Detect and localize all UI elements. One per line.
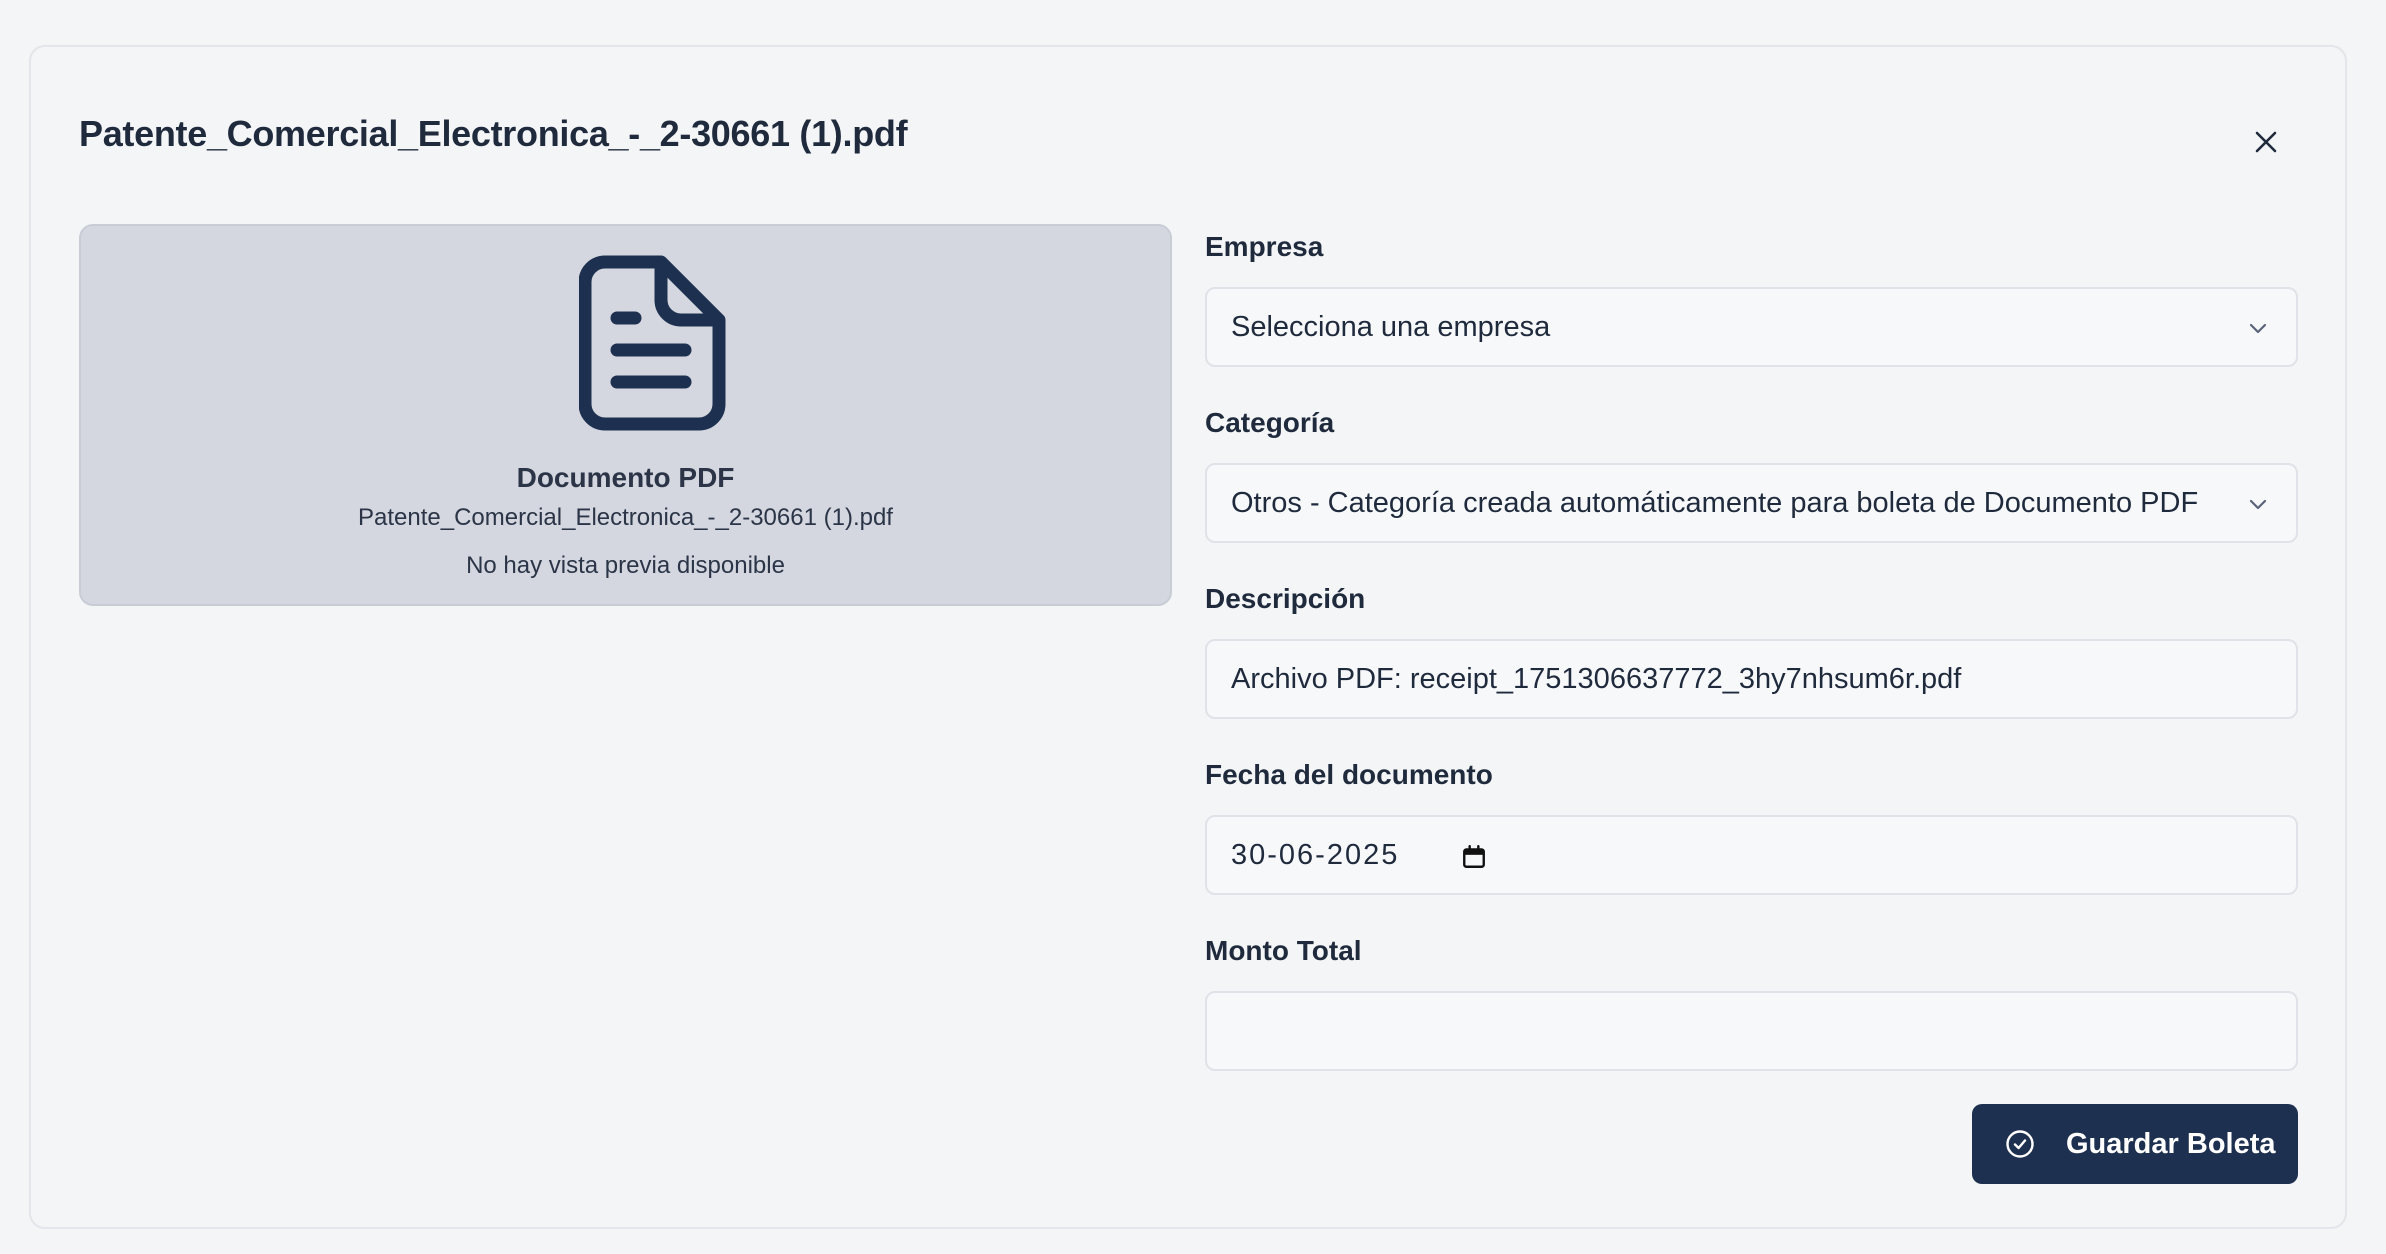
save-button-label: Guardar Boleta bbox=[2066, 1127, 2276, 1160]
chevron-down-icon bbox=[2249, 323, 2267, 334]
receipt-modal: Patente_Comercial_Electronica_-_2-30661 … bbox=[29, 45, 2347, 1229]
monto-input[interactable] bbox=[1205, 991, 2298, 1071]
empresa-label: Empresa bbox=[1205, 231, 1324, 262]
empresa-select-value: Selecciona una empresa bbox=[1231, 310, 1551, 343]
fecha-date-input[interactable]: 30-06-2025 bbox=[1205, 815, 2298, 895]
monto-label: Monto Total bbox=[1205, 935, 1362, 966]
fecha-date-value: 30-06-2025 bbox=[1231, 838, 1400, 871]
preview-heading: Documento PDF bbox=[516, 462, 735, 493]
close-icon bbox=[2255, 131, 2277, 153]
descripcion-label: Descripción bbox=[1205, 583, 1366, 614]
descripcion-input-value: Archivo PDF: receipt_1751306637772_3hy7n… bbox=[1231, 662, 1962, 695]
calendar-icon[interactable] bbox=[1461, 844, 1487, 870]
file-preview: Documento PDF Patente_Comercial_Electron… bbox=[79, 224, 1172, 606]
categoria-label: Categoría bbox=[1205, 407, 1335, 438]
preview-filename: Patente_Comercial_Electronica_-_2-30661 … bbox=[358, 504, 893, 531]
close-button[interactable] bbox=[2241, 117, 2291, 167]
preview-note: No hay vista previa disponible bbox=[466, 552, 785, 579]
categoria-select-value: Otros - Categoría creada automáticamente… bbox=[1231, 486, 2199, 519]
descripcion-input[interactable]: Archivo PDF: receipt_1751306637772_3hy7n… bbox=[1205, 639, 2298, 719]
save-receipt-button[interactable]: Guardar Boleta bbox=[1972, 1104, 2298, 1184]
modal-title: Patente_Comercial_Electronica_-_2-30661 … bbox=[79, 113, 908, 154]
chevron-down-icon bbox=[2249, 499, 2267, 510]
fecha-label: Fecha del documento bbox=[1205, 759, 1493, 790]
categoria-select[interactable]: Otros - Categoría creada automáticamente… bbox=[1205, 463, 2298, 543]
empresa-select[interactable]: Selecciona una empresa bbox=[1205, 287, 2298, 367]
file-document-icon bbox=[579, 255, 726, 431]
check-circle-icon bbox=[2006, 1130, 2034, 1158]
